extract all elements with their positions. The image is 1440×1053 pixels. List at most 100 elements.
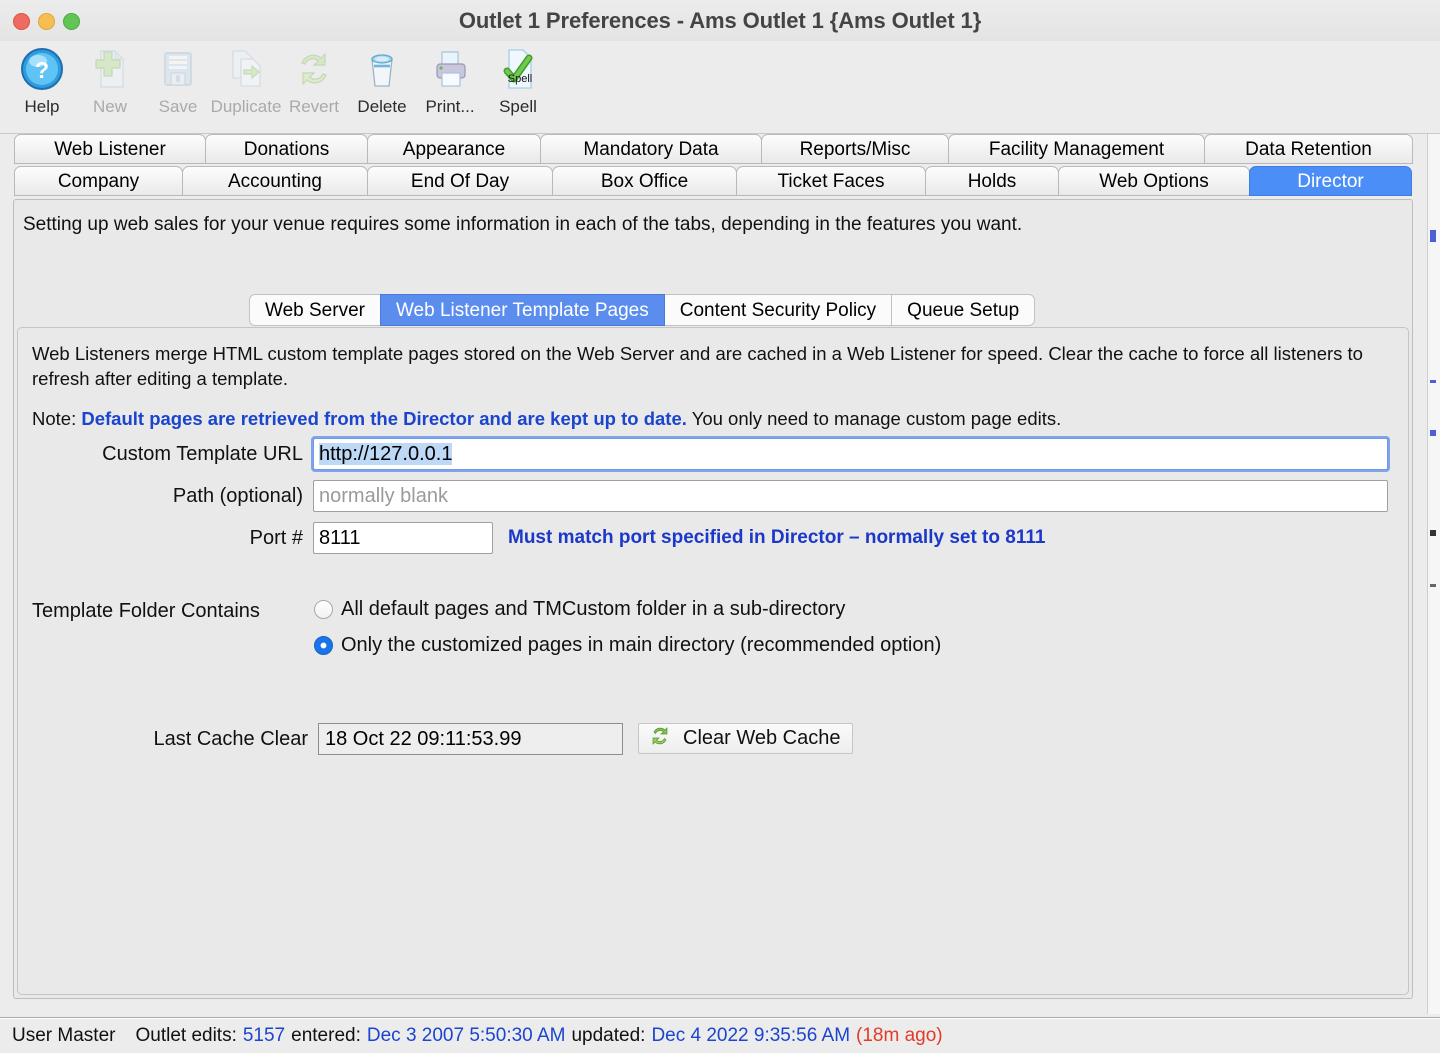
- template-folder-label: Template Folder Contains: [32, 600, 260, 622]
- main-tab-row-2: Company Accounting End Of Day Box Office Tic…: [0, 166, 1440, 197]
- tab-box-office[interactable]: Box Office: [552, 166, 737, 196]
- tab-web-options[interactable]: Web Options: [1058, 166, 1250, 196]
- app-window: Outlet 1 Preferences - Ams Outlet 1 {Ams…: [0, 0, 1440, 1053]
- path-placeholder: normally blank: [319, 485, 448, 507]
- title-bar: Outlet 1 Preferences - Ams Outlet 1 {Ams…: [0, 0, 1440, 42]
- toolbar-item-label: Duplicate: [210, 97, 282, 116]
- tab-donations[interactable]: Donations: [205, 134, 368, 164]
- tab-facility-management[interactable]: Facility Management: [948, 134, 1205, 164]
- tab-label: Box Office: [600, 171, 689, 192]
- tab-data-retention[interactable]: Data Retention: [1204, 134, 1413, 164]
- tab-label: Accounting: [227, 171, 322, 192]
- delete-icon: [358, 45, 406, 93]
- status-ago: (18m ago): [856, 1024, 943, 1046]
- note-highlight: Default pages are retrieved from the Dir…: [81, 408, 687, 429]
- template-folder-option-customized-label: Only the customized pages in main direct…: [341, 634, 942, 656]
- tab-ticket-faces[interactable]: Ticket Faces: [736, 166, 926, 196]
- tab-accounting[interactable]: Accounting: [182, 166, 368, 196]
- port-value: 8111: [319, 527, 361, 549]
- port-input[interactable]: 8111: [313, 522, 493, 554]
- tab-label: Donations: [243, 139, 330, 160]
- toolbar-print-button[interactable]: Print...: [416, 41, 484, 117]
- tab-label: Web Listener: [54, 139, 166, 160]
- tab-label: Company: [57, 171, 140, 192]
- toolbar-spell-button[interactable]: Spell Spell: [484, 41, 552, 117]
- radio-icon-customized[interactable]: [314, 636, 333, 655]
- refresh-icon: [649, 725, 671, 752]
- svg-text:Spell: Spell: [508, 73, 532, 85]
- tab-end-of-day[interactable]: End Of Day: [367, 166, 553, 196]
- form-area: Custom Template URL http://127.0.0.1 Pat…: [18, 436, 1410, 564]
- save-icon: [154, 45, 202, 93]
- pane-description: Web Listeners merge HTML custom template…: [32, 343, 1363, 389]
- template-folder-option-all-label: All default pages and TMCustom folder in…: [341, 598, 846, 620]
- toolbar: ? Help New Save Duplicate Revert Delete Print..…: [0, 41, 1440, 134]
- preferences-panel: Setting up web sales for your venue requ…: [13, 199, 1413, 999]
- clear-web-cache-button[interactable]: Clear Web Cache: [638, 723, 854, 754]
- status-entered-label: entered:: [291, 1024, 361, 1046]
- status-user: User Master: [12, 1024, 116, 1046]
- tab-label: Director: [1297, 171, 1364, 192]
- tab-label: Ticket Faces: [777, 171, 885, 192]
- radio-icon-all[interactable]: [314, 600, 333, 619]
- toolbar-item-label: New: [92, 97, 127, 116]
- subtab-label: Content Security Policy: [679, 300, 877, 321]
- toolbar-item-label: Print...: [425, 97, 475, 116]
- tab-label: Data Retention: [1245, 139, 1372, 160]
- subtab-queue-setup[interactable]: Queue Setup: [891, 294, 1036, 326]
- print-icon: [426, 45, 474, 93]
- toolbar-delete-button[interactable]: Delete: [348, 41, 416, 117]
- toolbar-item-label: Revert: [288, 97, 340, 116]
- subtab-content-security-policy[interactable]: Content Security Policy: [663, 294, 893, 326]
- tab-director[interactable]: Director: [1249, 166, 1412, 196]
- revert-icon: [290, 45, 338, 93]
- last-cache-clear-value: 18 Oct 22 09:11:53.99: [318, 723, 623, 755]
- template-folder-option-customized[interactable]: Only the customized pages in main direct…: [314, 634, 941, 657]
- template-folder-option-all[interactable]: All default pages and TMCustom folder in…: [314, 598, 845, 621]
- toolbar-item-label: Spell: [499, 97, 537, 116]
- custom-template-url-value: http://127.0.0.1: [319, 443, 453, 465]
- tab-company[interactable]: Company: [14, 166, 183, 196]
- path-input[interactable]: normally blank: [313, 480, 1388, 512]
- subtab-web-listener-template-pages[interactable]: Web Listener Template Pages: [379, 294, 665, 326]
- status-bar: User Master Outlet edits: 5157 entered: …: [0, 1017, 1440, 1053]
- tab-label: Holds: [967, 171, 1017, 192]
- background-window-strip: [1427, 134, 1440, 1014]
- path-label: Path (optional): [172, 485, 303, 507]
- toolbar-item-label: Delete: [357, 97, 407, 116]
- tab-web-listener[interactable]: Web Listener: [14, 134, 206, 164]
- spell-icon: Spell: [494, 45, 542, 93]
- tab-label: Facility Management: [988, 139, 1165, 160]
- clear-web-cache-label: Clear Web Cache: [683, 727, 841, 749]
- subtab-label: Web Listener Template Pages: [395, 300, 649, 321]
- toolbar-duplicate-button: Duplicate: [210, 41, 282, 117]
- toolbar-help-button[interactable]: ? Help: [8, 41, 76, 117]
- tab-holds[interactable]: Holds: [925, 166, 1059, 196]
- tab-label: End Of Day: [410, 171, 510, 192]
- svg-text:?: ?: [35, 57, 49, 83]
- tab-mandatory-data[interactable]: Mandatory Data: [540, 134, 762, 164]
- custom-template-url-row: Custom Template URL http://127.0.0.1: [18, 436, 1410, 472]
- subtab-web-server[interactable]: Web Server: [249, 294, 381, 326]
- note-prefix: Note:: [32, 408, 82, 429]
- help-icon: ?: [18, 45, 66, 93]
- status-updated-label: updated:: [571, 1024, 646, 1046]
- port-hint: Must match port specified in Director – …: [508, 527, 1046, 548]
- subtab-label: Web Server: [265, 300, 365, 321]
- status-updated-value: Dec 4 2022 9:35:56 AM: [651, 1024, 851, 1046]
- status-edits-label: Outlet edits:: [135, 1024, 237, 1046]
- tab-appearance[interactable]: Appearance: [367, 134, 541, 164]
- tab-label: Appearance: [402, 139, 506, 160]
- port-row: Port # 8111 Must match port specified in…: [18, 522, 1410, 554]
- custom-template-url-label: Custom Template URL: [102, 443, 303, 465]
- sub-tab-bar: Web Server Web Listener Template Pages Con…: [249, 294, 1036, 326]
- main-tab-bar: Web Listener Donations Appearance Mandatory…: [0, 134, 1440, 197]
- custom-template-url-input[interactable]: http://127.0.0.1: [311, 436, 1390, 472]
- tab-reports-misc[interactable]: Reports/Misc: [761, 134, 949, 164]
- new-icon: [86, 45, 134, 93]
- toolbar-item-label: Help: [24, 97, 60, 116]
- last-cache-clear-label: Last Cache Clear: [153, 728, 308, 750]
- path-row: Path (optional) normally blank: [18, 480, 1410, 512]
- panel-intro-text: Setting up web sales for your venue requ…: [23, 214, 1023, 235]
- toolbar-items: ? Help New Save Duplicate Revert Delete Print..…: [8, 41, 552, 117]
